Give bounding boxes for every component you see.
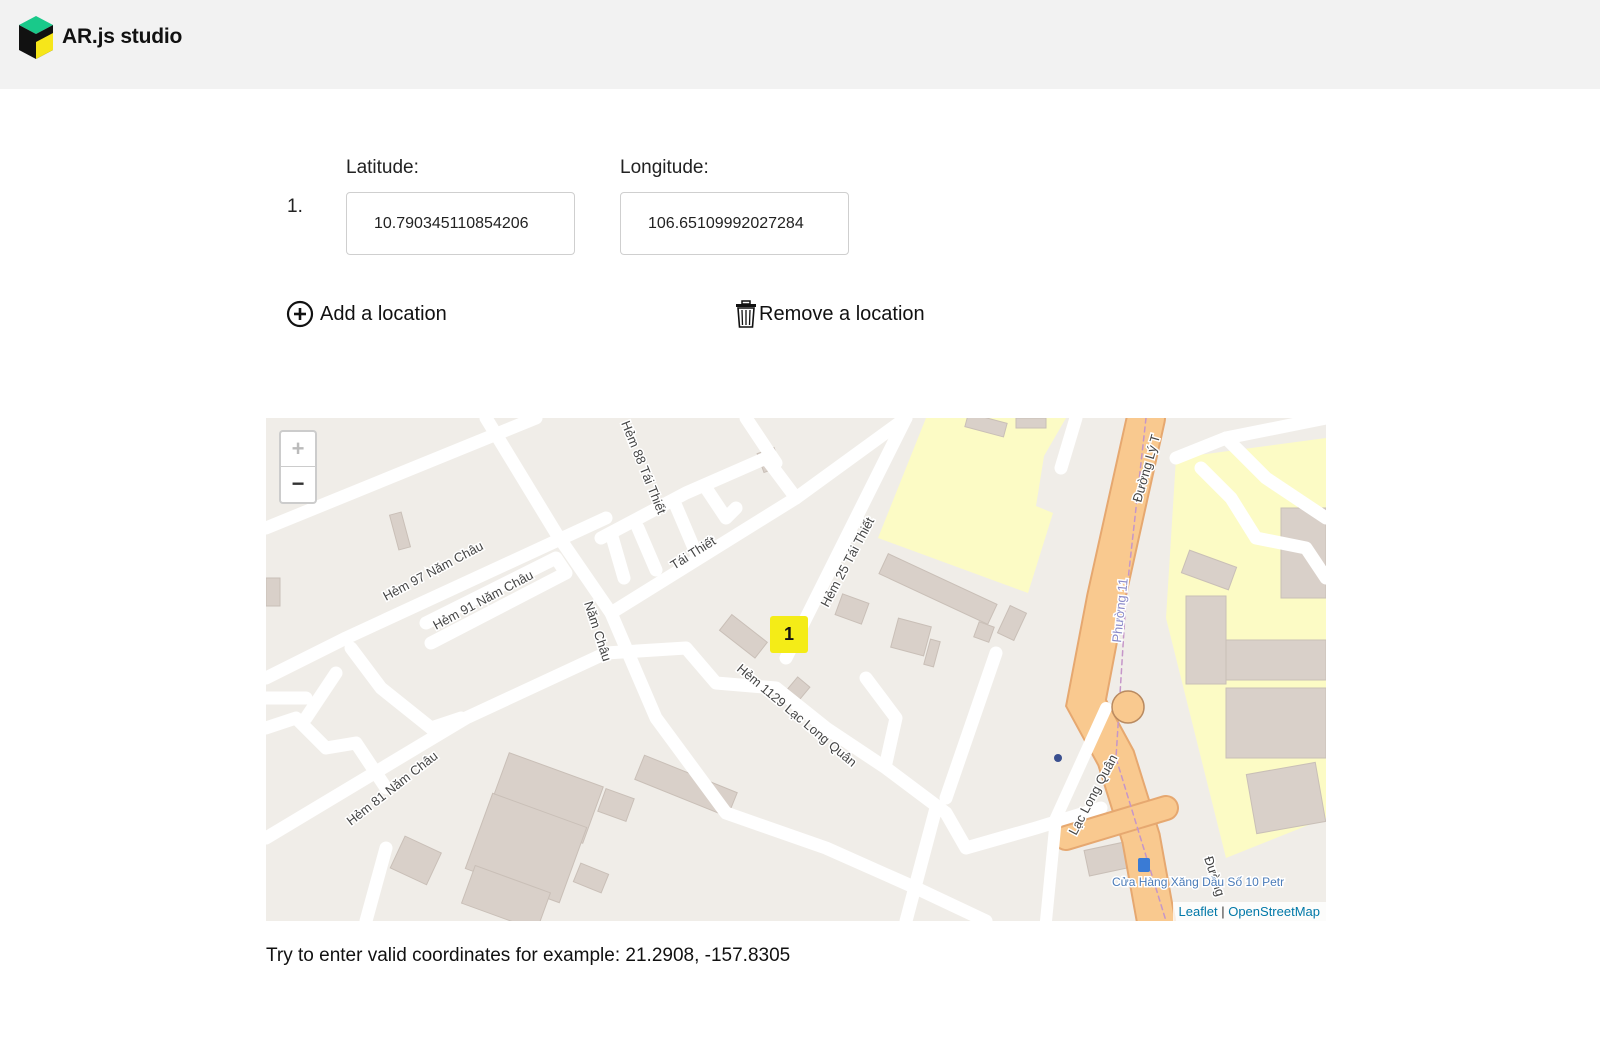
- app-title: AR.js studio: [62, 25, 183, 48]
- openstreetmap-link[interactable]: OpenStreetMap: [1228, 904, 1320, 919]
- zoom-out-button[interactable]: −: [281, 467, 315, 501]
- plus-circle-icon: [286, 300, 314, 328]
- latitude-label: Latitude:: [346, 157, 419, 178]
- top-bar: AR.js studio: [0, 0, 1600, 89]
- map-tiles: Hẻm 97 Năm Châu Hẻm 91 Năm Châu Hẻm 88 T…: [266, 418, 1326, 921]
- add-location-label: Add a location: [320, 302, 447, 325]
- longitude-label: Longitude:: [620, 157, 709, 178]
- latitude-input[interactable]: [346, 192, 575, 255]
- zoom-in-button[interactable]: +: [281, 432, 315, 467]
- location-marker[interactable]: 1: [770, 616, 808, 653]
- map-attribution: Leaflet | OpenStreetMap: [1172, 902, 1326, 921]
- trash-icon: [736, 300, 756, 328]
- location-index: 1.: [287, 196, 303, 217]
- attribution-separator: |: [1221, 904, 1225, 919]
- add-location-button[interactable]: Add a location: [286, 298, 447, 330]
- remove-location-label: Remove a location: [759, 302, 925, 325]
- hint-text: Try to enter valid coordinates for examp…: [266, 945, 791, 966]
- arjs-logo-icon: [19, 16, 53, 59]
- remove-location-button[interactable]: Remove a location: [735, 298, 925, 330]
- map[interactable]: Hẻm 97 Năm Châu Hẻm 91 Năm Châu Hẻm 88 T…: [266, 418, 1326, 921]
- poi-label: Cửa Hàng Xăng Dầu Số 10 Petr: [1112, 875, 1284, 889]
- street-label: Hẻm 88 Tái Thiết: [618, 419, 669, 517]
- leaflet-link[interactable]: Leaflet: [1179, 904, 1218, 919]
- longitude-input[interactable]: [620, 192, 849, 255]
- zoom-control: + −: [279, 430, 317, 504]
